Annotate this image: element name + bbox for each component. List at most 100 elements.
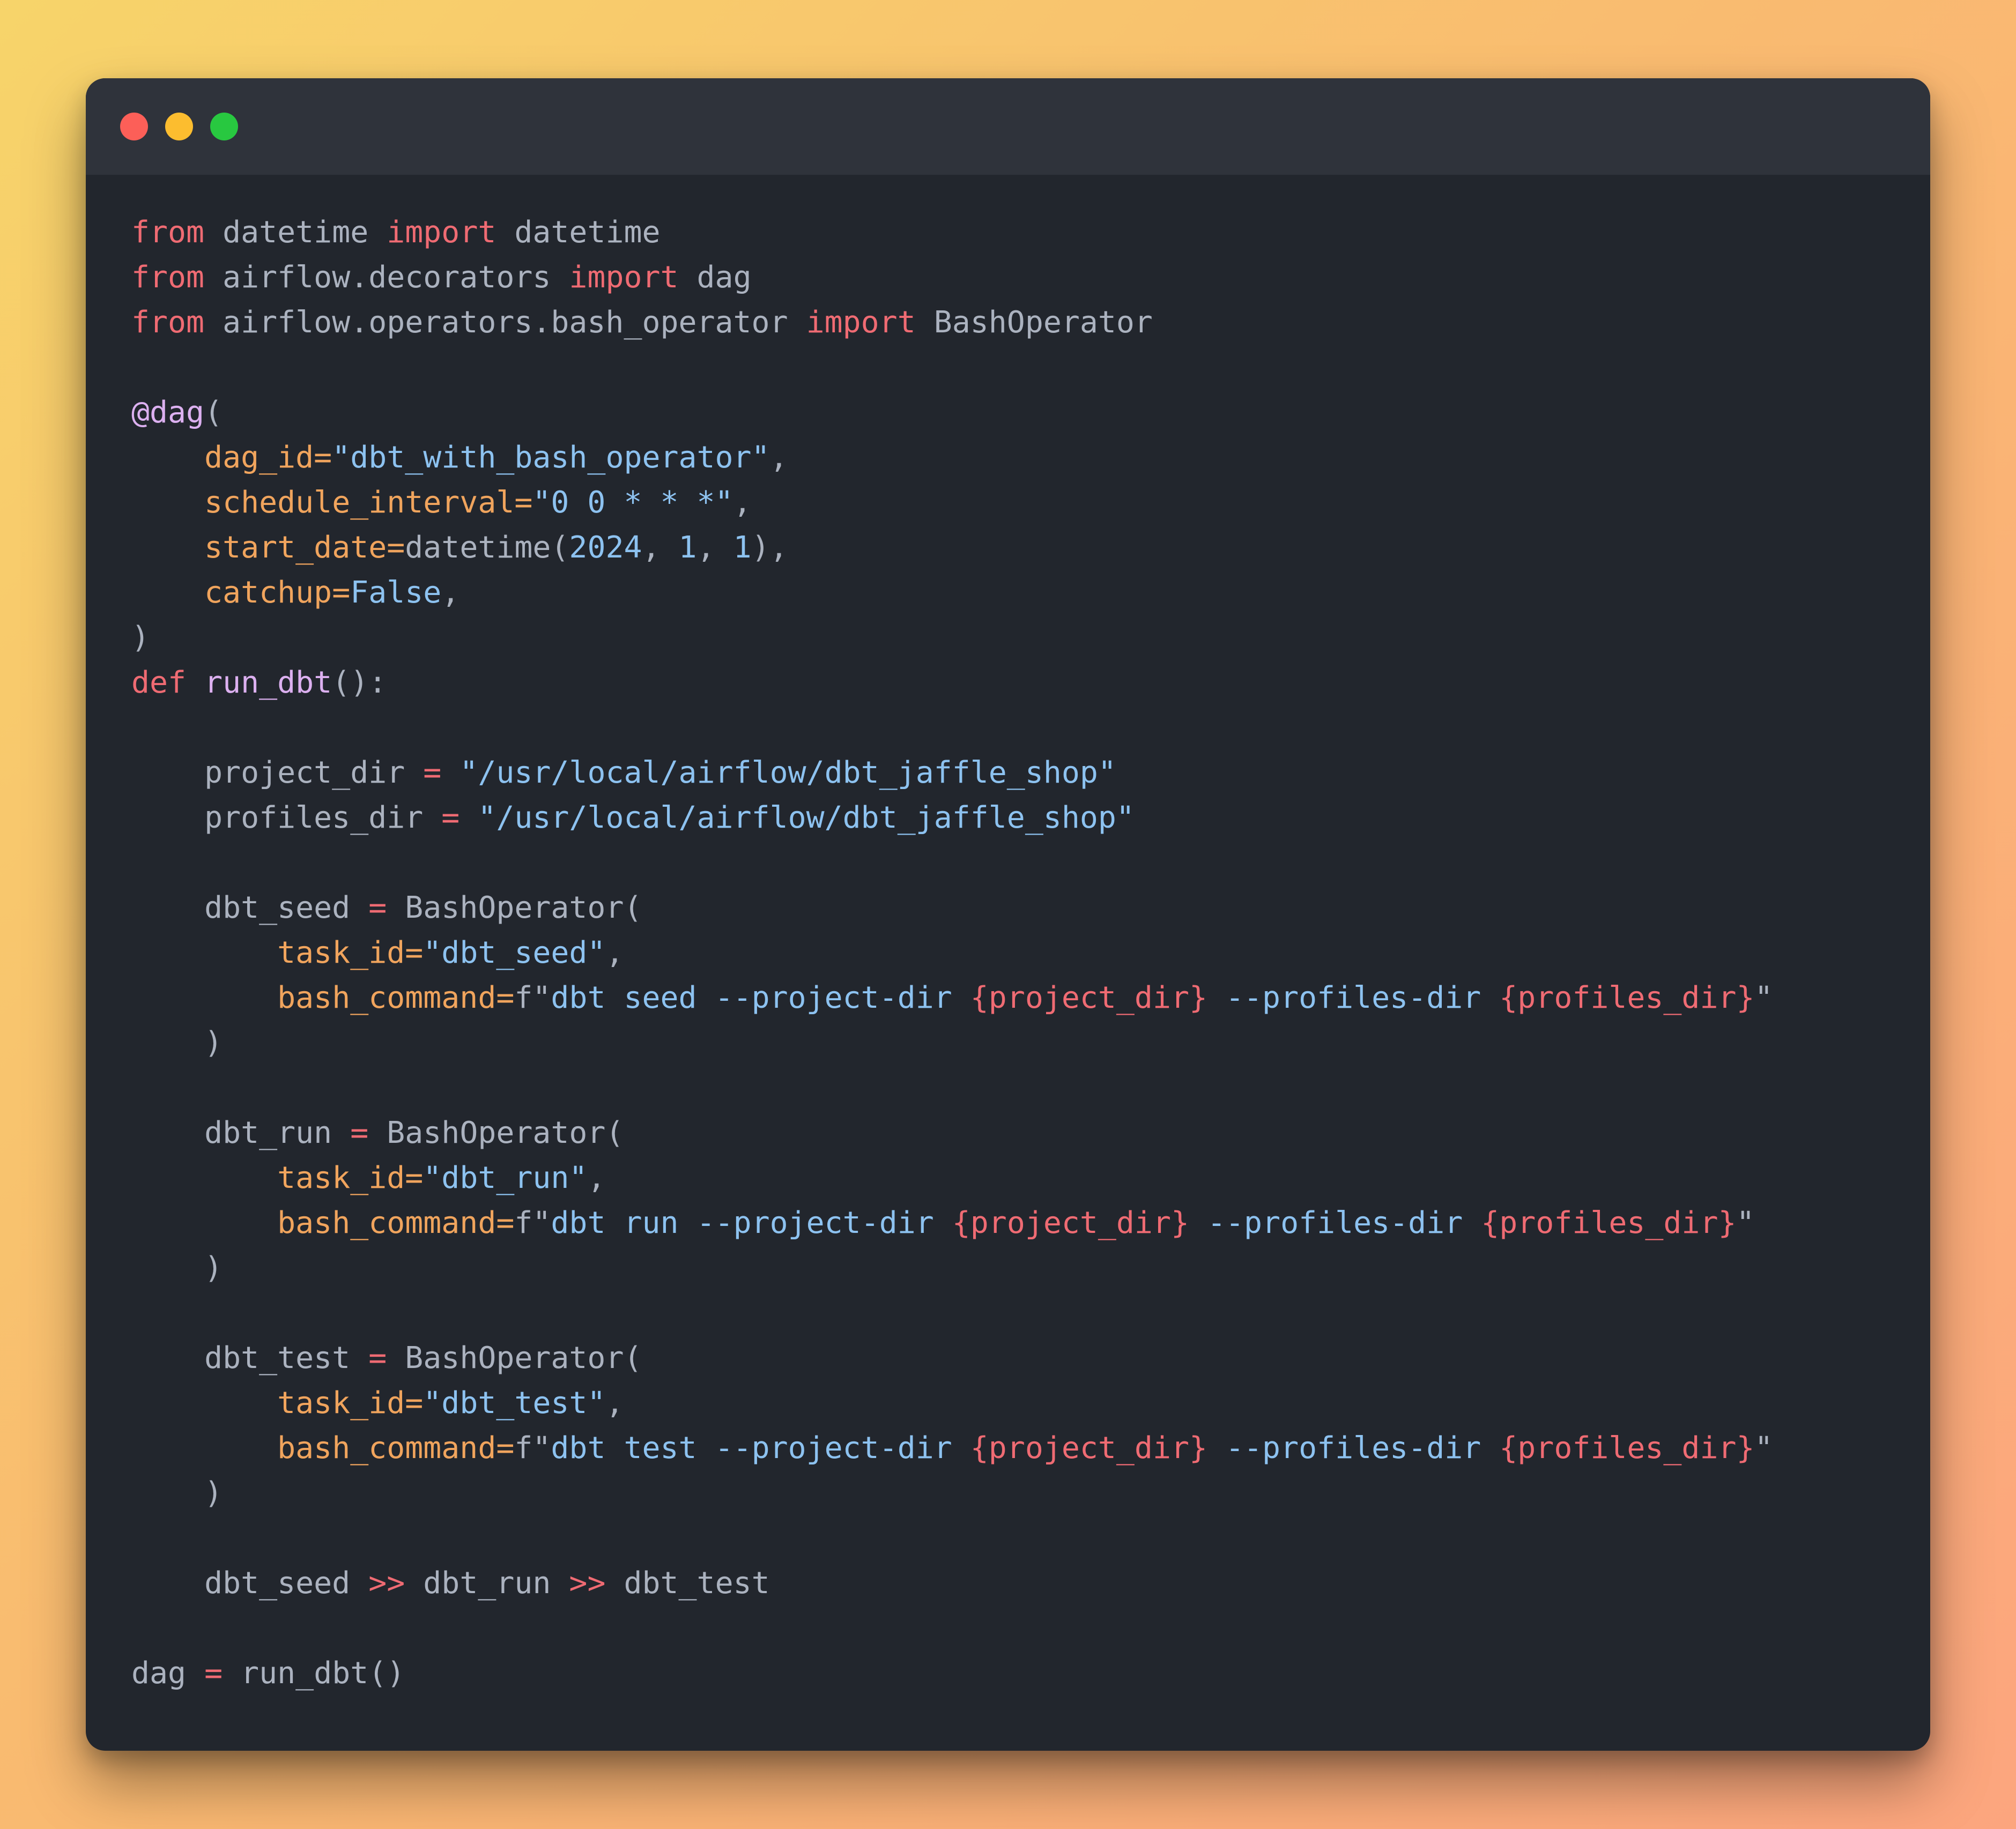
code-token: = bbox=[368, 1341, 387, 1376]
code-token: dbt test --project-dir bbox=[551, 1431, 970, 1466]
code-token: , bbox=[733, 485, 752, 520]
code-token: import bbox=[806, 305, 916, 340]
code-token: , bbox=[441, 575, 460, 610]
code-token: "/usr/local/airflow/dbt_jaffle_shop" bbox=[478, 800, 1135, 835]
code-token: >> bbox=[569, 1566, 606, 1601]
code-token: {project_dir} bbox=[970, 980, 1207, 1015]
code-token: dag bbox=[678, 260, 752, 295]
code-token: dbt_run bbox=[131, 1116, 351, 1150]
code-line: ) bbox=[131, 615, 1909, 660]
code-token: "dbt_test" bbox=[423, 1386, 606, 1421]
code-line: dbt_seed >> dbt_run >> dbt_test bbox=[131, 1561, 1909, 1606]
code-line: schedule_interval="0 0 * * *", bbox=[131, 480, 1909, 525]
code-token: {project_dir} bbox=[952, 1206, 1189, 1240]
code-token: airflow.operators.bash_operator bbox=[204, 305, 806, 340]
code-token: = bbox=[441, 800, 460, 835]
code-token: task_id= bbox=[277, 1161, 424, 1195]
code-token: --profiles-dir bbox=[1189, 1206, 1481, 1240]
code-token: dag bbox=[131, 1656, 205, 1691]
code-line: dag_id="dbt_with_bash_operator", bbox=[131, 435, 1909, 480]
code-token: 1 bbox=[678, 530, 697, 565]
code-token: 1 bbox=[733, 530, 752, 565]
code-token: import bbox=[387, 215, 496, 250]
code-editor[interactable]: from datetime import datetime from airflo… bbox=[131, 210, 1909, 1696]
code-token: dbt_run bbox=[405, 1566, 569, 1601]
code-line: task_id="dbt_seed", bbox=[131, 931, 1909, 976]
code-token: schedule_interval= bbox=[204, 485, 533, 520]
code-token: from bbox=[131, 215, 205, 250]
code-token: {profiles_dir} bbox=[1481, 1206, 1737, 1240]
code-window: from datetime import datetime from airflo… bbox=[86, 78, 1930, 1751]
code-token: dbt_seed bbox=[131, 890, 369, 925]
code-line: def run_dbt(): bbox=[131, 660, 1909, 705]
code-token: task_id= bbox=[277, 935, 424, 970]
code-line: task_id="dbt_test", bbox=[131, 1381, 1909, 1426]
code-token: datetime( bbox=[405, 530, 569, 565]
code-token: " bbox=[1736, 1206, 1755, 1240]
code-line: catchup=False, bbox=[131, 570, 1909, 615]
code-token: from bbox=[131, 260, 205, 295]
code-line: ) bbox=[131, 1021, 1909, 1066]
code-token: dbt_seed bbox=[131, 1566, 369, 1601]
code-token: ) bbox=[131, 1025, 223, 1060]
code-line: dbt_test = BashOperator( bbox=[131, 1336, 1909, 1381]
code-line: bash_command=f"dbt test --project-dir {p… bbox=[131, 1426, 1909, 1471]
code-token: run_dbt bbox=[204, 665, 332, 700]
code-line: bash_command=f"dbt run --project-dir {pr… bbox=[131, 1201, 1909, 1246]
code-token: def bbox=[131, 665, 187, 700]
code-token: BashOperator( bbox=[387, 890, 642, 925]
code-token: dbt_test bbox=[605, 1566, 770, 1601]
code-token: , bbox=[605, 1386, 624, 1421]
code-token: , bbox=[587, 1161, 606, 1195]
code-line: dbt_run = BashOperator( bbox=[131, 1111, 1909, 1156]
code-token: BashOperator bbox=[915, 305, 1153, 340]
code-line: bash_command=f"dbt seed --project-dir {p… bbox=[131, 976, 1909, 1021]
code-token: --profiles-dir bbox=[1207, 980, 1500, 1015]
code-line: profiles_dir = "/usr/local/airflow/dbt_j… bbox=[131, 795, 1909, 841]
code-token: f" bbox=[514, 980, 551, 1015]
code-token: catchup= bbox=[204, 575, 351, 610]
code-token: BashOperator( bbox=[368, 1116, 624, 1150]
code-line: task_id="dbt_run", bbox=[131, 1156, 1909, 1201]
code-token: ), bbox=[751, 530, 788, 565]
code-token: ( bbox=[204, 395, 223, 430]
code-token: datetime bbox=[204, 215, 387, 250]
close-button[interactable] bbox=[120, 113, 148, 140]
code-token: , bbox=[642, 530, 679, 565]
code-token: (): bbox=[332, 665, 387, 700]
code-token: , bbox=[605, 935, 624, 970]
maximize-button[interactable] bbox=[210, 113, 238, 140]
code-line: project_dir = "/usr/local/airflow/dbt_ja… bbox=[131, 750, 1909, 795]
code-line: dag = run_dbt() bbox=[131, 1651, 1909, 1696]
code-line: from airflow.decorators import dag bbox=[131, 255, 1909, 300]
code-token: @dag bbox=[131, 395, 205, 430]
window-titlebar bbox=[86, 78, 1930, 175]
code-token: bash_command= bbox=[277, 980, 515, 1015]
code-token: run_dbt() bbox=[223, 1656, 405, 1691]
code-token: "dbt_with_bash_operator" bbox=[332, 440, 770, 475]
code-token: bash_command= bbox=[277, 1431, 515, 1466]
code-token: import bbox=[569, 260, 679, 295]
code-token: dbt seed --project-dir bbox=[551, 980, 970, 1015]
code-token: --profiles-dir bbox=[1207, 1431, 1500, 1466]
code-token: ) bbox=[131, 1476, 223, 1511]
code-token: BashOperator( bbox=[387, 1341, 642, 1376]
code-token: "0 0 * * *" bbox=[532, 485, 733, 520]
code-token: False bbox=[350, 575, 442, 610]
minimize-button[interactable] bbox=[165, 113, 193, 140]
code-token: {profiles_dir} bbox=[1499, 980, 1755, 1015]
code-token: from bbox=[131, 305, 205, 340]
